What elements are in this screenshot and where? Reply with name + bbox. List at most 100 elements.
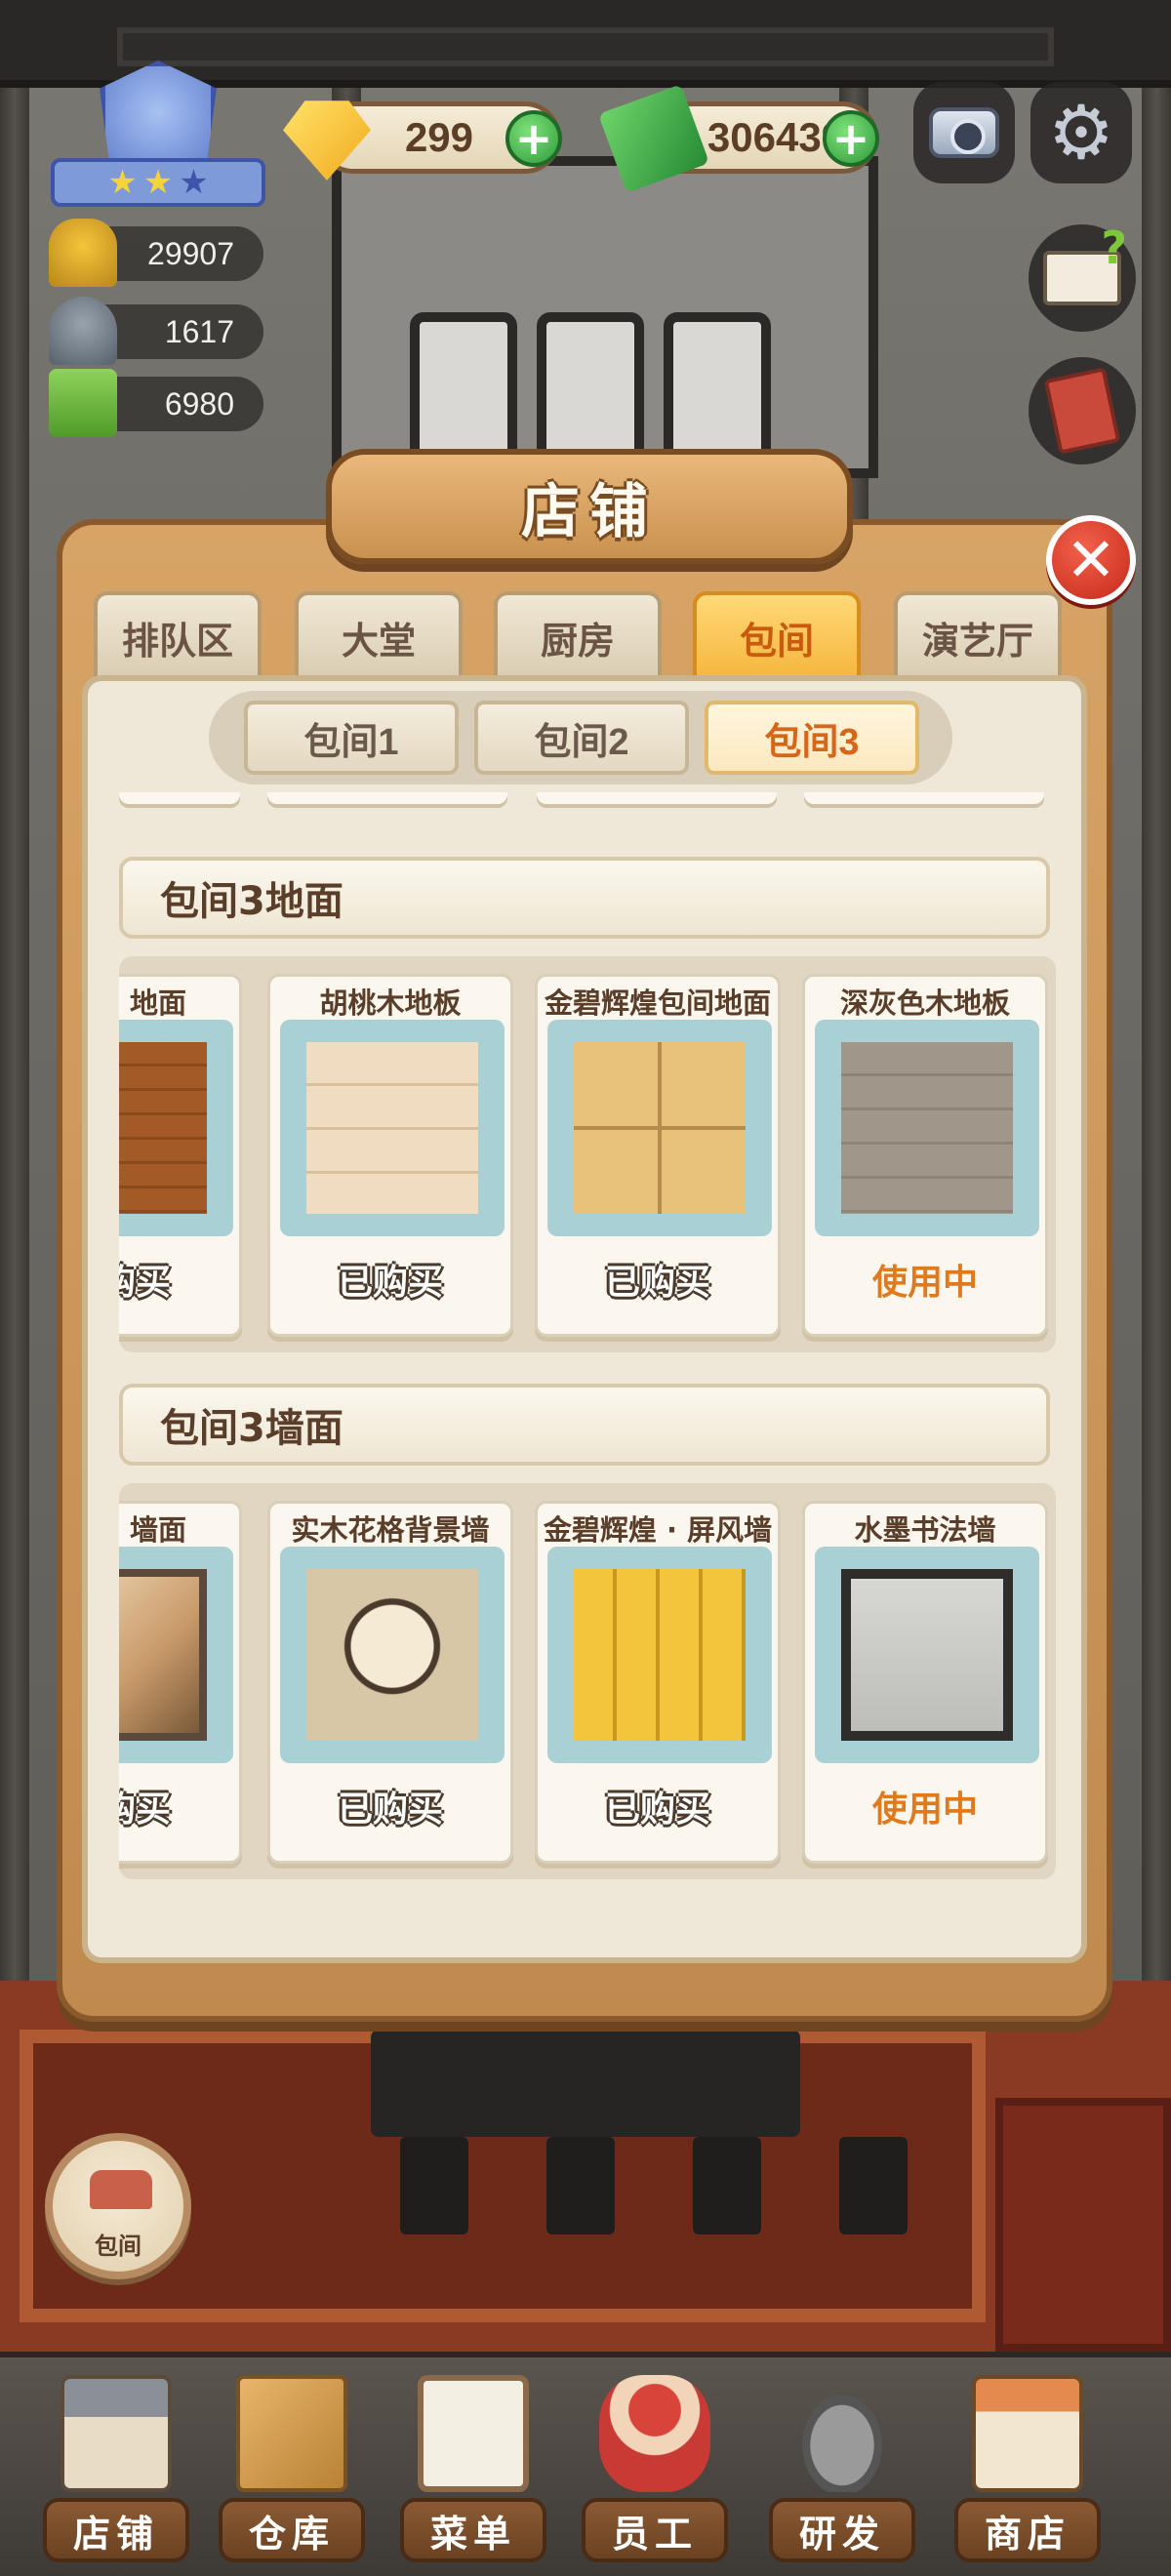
- tab-theater[interactable]: 演艺厅: [894, 591, 1062, 679]
- cloche-icon: [49, 297, 117, 365]
- purchase-status: 已购买: [604, 1790, 710, 1830]
- nav-label: 员工: [582, 2498, 728, 2562]
- golden-pot-icon: [49, 219, 117, 287]
- room-button[interactable]: 包间: [45, 2133, 191, 2279]
- close-icon: ✕: [1066, 524, 1116, 595]
- add-cash-button[interactable]: +: [823, 110, 879, 167]
- decor-name: 墙面: [129, 1513, 186, 1547]
- decor-scroll-list[interactable]: 包间3地面 地面 购买 胡桃木地板 已购买 金碧辉煌包间地面 已购买 深灰色木地…: [119, 792, 1056, 1914]
- tab-queue-area[interactable]: 排队区: [94, 591, 262, 679]
- popularity-value: 29907: [147, 235, 234, 271]
- popularity-stat: 29907: [49, 219, 263, 287]
- nav-research[interactable]: 研发: [769, 2375, 915, 2570]
- menu-stat: 6980: [49, 369, 263, 437]
- settings-button[interactable]: ⚙: [1030, 82, 1132, 183]
- decor-thumbnail: [119, 1020, 233, 1236]
- decor-card[interactable]: 水墨书法墙 使用中: [802, 1501, 1048, 1864]
- chair: [410, 312, 517, 459]
- tab-room-3[interactable]: 包间3: [705, 701, 919, 775]
- star-icon: ★: [107, 163, 138, 202]
- decor-card[interactable]: 金碧辉煌 · 屏风墙 已购买: [535, 1501, 781, 1864]
- decor-card[interactable]: 墙面 购买: [119, 1501, 242, 1864]
- rank-badge[interactable]: ★ ★ ★: [51, 60, 265, 207]
- decor-thumbnail: [280, 1020, 505, 1236]
- tab-private-rooms[interactable]: 包间: [693, 591, 861, 679]
- purchase-status: 已购买: [337, 1263, 443, 1303]
- panel-title: 店铺: [326, 449, 853, 564]
- nav-label: 菜单: [400, 2498, 546, 2562]
- decor-name: 金碧辉煌包间地面: [544, 986, 771, 1020]
- cabinet: [995, 2098, 1171, 2352]
- room-sub-tabs: 包间1 包间2 包间3: [209, 691, 952, 785]
- chair: [664, 312, 771, 459]
- rank-stars: ★ ★ ★: [51, 158, 265, 207]
- panel-title-text: 店铺: [521, 477, 658, 546]
- purchase-status: 购买: [119, 1790, 171, 1830]
- stool: [400, 2137, 468, 2234]
- room-button-label: 包间: [95, 2233, 141, 2260]
- nav-label: 商店: [954, 2498, 1101, 2562]
- nav-label: 仓库: [219, 2498, 365, 2562]
- help-button[interactable]: [1029, 221, 1136, 332]
- decor-name: 地面: [129, 986, 186, 1020]
- section-header-floor: 包间3地面: [119, 857, 1050, 939]
- nav-store[interactable]: 商店: [954, 2375, 1101, 2570]
- cash-counter: 306439 +: [598, 84, 879, 193]
- nav-menu[interactable]: 菜单: [400, 2375, 546, 2570]
- star-icon: ★: [142, 163, 174, 202]
- camera-icon: [929, 107, 999, 158]
- decor-card[interactable]: 地面 购买: [119, 974, 242, 1337]
- nav-label: 研发: [769, 2498, 915, 2562]
- purchase-status: 已购买: [337, 1790, 443, 1830]
- gem-counter: 299 +: [283, 101, 562, 181]
- tab-kitchen[interactable]: 厨房: [494, 591, 662, 679]
- previous-row-remnant: [119, 792, 1056, 812]
- chair: [537, 312, 644, 459]
- in-use-status: 使用中: [871, 1790, 978, 1830]
- dishes-stat: 1617: [49, 297, 263, 365]
- decor-thumbnail: [280, 1547, 505, 1763]
- decor-card[interactable]: 金碧辉煌包间地面 已购买: [535, 974, 781, 1337]
- box-icon: [236, 2375, 347, 2492]
- nav-staff[interactable]: 员工: [582, 2375, 728, 2570]
- decor-name: 金碧辉煌 · 屏风墙: [543, 1513, 773, 1547]
- tab-room-1[interactable]: 包间1: [244, 701, 459, 775]
- chef-icon: [599, 2375, 710, 2492]
- kitchen-counter: [371, 2030, 800, 2137]
- camera-button[interactable]: [913, 82, 1015, 183]
- recipe-button[interactable]: [1029, 357, 1136, 464]
- decor-thumbnail: [815, 1020, 1039, 1236]
- recipe-book-icon: [1043, 367, 1121, 455]
- stool: [839, 2137, 908, 2234]
- star-icon: ★: [179, 163, 209, 202]
- decor-thumbnail: [119, 1547, 233, 1763]
- menu-book-icon: [49, 369, 117, 437]
- stool: [693, 2137, 761, 2234]
- decor-name: 水墨书法墙: [854, 1513, 996, 1547]
- menu-value: 6980: [164, 385, 234, 422]
- clipboard-icon: [418, 2375, 529, 2492]
- decor-card[interactable]: 实木花格背景墙 已购买: [267, 1501, 513, 1864]
- nav-shop[interactable]: 店铺: [43, 2375, 189, 2570]
- nav-warehouse[interactable]: 仓库: [219, 2375, 365, 2570]
- gear-icon: ⚙: [1047, 89, 1115, 176]
- dishes-value: 1617: [164, 313, 234, 349]
- decor-card[interactable]: 深灰色木地板 使用中: [802, 974, 1048, 1337]
- decor-thumbnail: [547, 1020, 772, 1236]
- decor-card[interactable]: 胡桃木地板 已购买: [267, 974, 513, 1337]
- decor-thumbnail: [547, 1547, 772, 1763]
- tab-hall[interactable]: 大堂: [295, 591, 463, 679]
- help-book-icon: [1043, 221, 1127, 305]
- decor-thumbnail: [815, 1547, 1039, 1763]
- in-use-status: 使用中: [871, 1263, 978, 1303]
- add-gems-button[interactable]: +: [505, 110, 562, 167]
- storefront-icon: [61, 2375, 172, 2492]
- store-icon: [972, 2375, 1083, 2492]
- purchase-status: 已购买: [604, 1263, 710, 1303]
- tab-room-2[interactable]: 包间2: [474, 701, 689, 775]
- decor-name: 深灰色木地板: [839, 986, 1010, 1020]
- pillar: [1142, 88, 1171, 2088]
- decor-name: 胡桃木地板: [319, 986, 462, 1020]
- stool: [546, 2137, 615, 2234]
- section-header-wall: 包间3墙面: [119, 1384, 1050, 1466]
